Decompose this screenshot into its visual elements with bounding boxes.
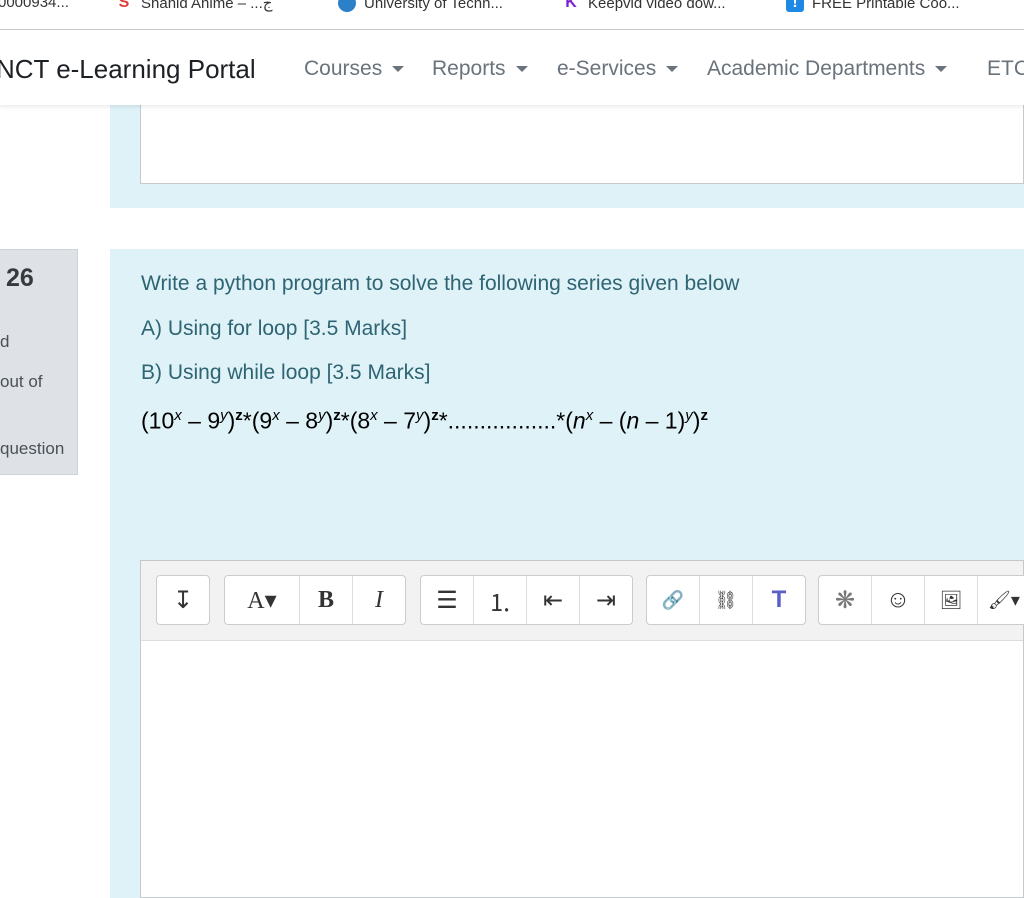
question-part-b: B) Using while loop [3.5 Marks] <box>141 361 431 384</box>
bookmark[interactable]: 0000934... <box>0 0 69 11</box>
expand-toolbar-icon[interactable]: ↧ <box>157 576 209 624</box>
paintbrush-icon[interactable]: 🖌▾ <box>978 576 1024 624</box>
bookmark[interactable]: ! FREE Printable Coo... <box>786 0 960 12</box>
keepvid-icon: K <box>565 0 577 11</box>
emoji-icon[interactable]: ☺ <box>872 576 925 624</box>
series-equation: (10x – 9y)z*(9x – 8y)z*(8x – 7y)z*......… <box>141 407 708 434</box>
flag-question[interactable]: question <box>0 439 64 459</box>
question-content: Write a python program to solve the foll… <box>110 249 1024 898</box>
bullet-list-icon[interactable]: ☰ <box>421 576 474 624</box>
teams-icon[interactable]: T <box>753 576 805 624</box>
unlink-icon[interactable]: ⛓ <box>700 576 753 624</box>
question-text: Write a python program to solve the foll… <box>141 272 740 295</box>
accessibility-icon[interactable]: ❋ <box>819 576 872 624</box>
bookmark-label: 0000934... <box>0 0 69 11</box>
bookmark-label: Keepvid video dow... <box>588 0 726 12</box>
navbar: NCT e-Learning Portal Courses Reports e-… <box>0 30 1024 105</box>
question-number: 26 <box>6 264 34 292</box>
bookmark-label: University of Techn... <box>364 0 503 12</box>
previous-question-content <box>110 90 1024 208</box>
image-icon[interactable]: 🖼 <box>925 576 978 624</box>
bookmarks-bar: 0000934... S Shahid Anime – ...ج Universi… <box>0 0 1024 30</box>
question-info: 26 d out of question <box>0 249 78 475</box>
nav-academic-departments[interactable]: Academic Departments <box>707 57 947 81</box>
editor-toolbar: ↧ A▾ B I ☰ ⒈ ⇤ ⇥ 🔗 ⛓ T ❋ ☺ 🖼 🖌▾ <box>141 561 1024 641</box>
question-status: d <box>0 332 10 351</box>
outdent-icon[interactable]: ⇤ <box>527 576 580 624</box>
bookmark-label: FREE Printable Coo... <box>812 0 960 12</box>
free-icon: ! <box>786 0 804 12</box>
italic-icon[interactable]: I <box>353 576 405 624</box>
bookmark[interactable]: K Keepvid video dow... <box>562 0 726 12</box>
indent-icon[interactable]: ⇥ <box>580 576 632 624</box>
nav-reports[interactable]: Reports <box>432 57 528 81</box>
link-icon[interactable]: 🔗 <box>647 576 700 624</box>
question-marks: out of <box>0 372 43 391</box>
bookmark-label: Shahid Anime – ...ج <box>141 0 273 12</box>
numbered-list-icon[interactable]: ⒈ <box>474 576 527 624</box>
font-color-icon[interactable]: A▾ <box>225 576 300 624</box>
nav-etc[interactable]: ETC <box>987 57 1024 81</box>
university-icon <box>338 0 356 12</box>
nav-courses[interactable]: Courses <box>304 57 404 81</box>
bookmark[interactable]: University of Techn... <box>338 0 503 12</box>
bookmark[interactable]: S Shahid Anime – ...ج <box>115 0 273 12</box>
nav-e-services[interactable]: e-Services <box>557 57 678 81</box>
site-brand[interactable]: NCT e-Learning Portal <box>0 54 256 85</box>
question-part-a: A) Using for loop [3.5 Marks] <box>141 317 408 340</box>
shahid-icon: S <box>118 0 130 11</box>
answer-editor[interactable]: ↧ A▾ B I ☰ ⒈ ⇤ ⇥ 🔗 ⛓ T ❋ ☺ 🖼 🖌▾ <box>140 560 1024 898</box>
bold-icon[interactable]: B <box>300 576 353 624</box>
